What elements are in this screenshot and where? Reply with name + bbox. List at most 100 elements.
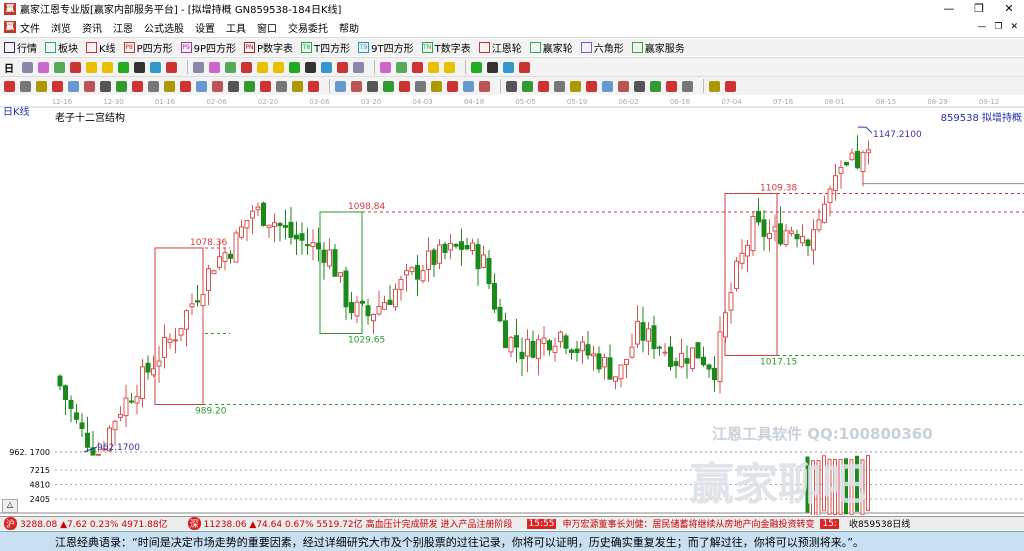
tool-19-icon[interactable] [308, 80, 319, 92]
tool-6-icon[interactable] [118, 61, 129, 73]
tool-3-icon[interactable] [52, 80, 63, 92]
toolbar-7[interactable]: T9 9T四方形 [358, 40, 414, 55]
tool-24-icon[interactable] [399, 80, 410, 92]
toolbar-9[interactable]: 江恩轮 [478, 40, 522, 55]
tool-24-icon[interactable] [428, 61, 439, 73]
tool-15-icon[interactable] [244, 80, 255, 92]
tool-25-icon[interactable] [444, 61, 455, 73]
toolbar-1[interactable]: 板块 [45, 40, 78, 55]
tool-27-icon[interactable] [447, 80, 458, 92]
tool-4-icon[interactable] [68, 80, 79, 92]
menu-file[interactable]: 文件 [20, 20, 40, 35]
tool-5-icon[interactable] [84, 80, 95, 92]
kline-chart[interactable]: 12-16 12-30 01-16 02-06 02-20 03-06 03-20 04-03… [0, 95, 1024, 517]
menu-trade[interactable]: 交易委托 [288, 20, 328, 35]
tool-2-icon[interactable] [54, 61, 65, 73]
tool-34-icon[interactable] [570, 80, 581, 92]
tool-2-icon[interactable] [36, 80, 47, 92]
toolbar-3[interactable]: P8 P四方形 [123, 40, 173, 55]
period-selector[interactable]: 日 [4, 60, 14, 75]
tool-1-icon[interactable] [20, 80, 31, 92]
child-close-button[interactable]: ✕ [1010, 22, 1018, 32]
tool-17-icon[interactable] [276, 80, 287, 92]
tool-6-icon[interactable] [100, 80, 111, 92]
child-minimize-button[interactable]: — [977, 22, 986, 32]
tool-13-icon[interactable] [241, 61, 252, 73]
tool-11-icon[interactable] [209, 61, 220, 73]
tool-0-icon[interactable] [22, 61, 33, 73]
tool-19-icon[interactable] [337, 61, 348, 73]
tool-29-icon[interactable] [519, 61, 530, 73]
tool-9-icon[interactable] [166, 61, 177, 73]
tool-35-icon[interactable] [586, 80, 597, 92]
tool-26-icon[interactable] [431, 80, 442, 92]
volume-toggle-button[interactable]: △ [2, 499, 18, 513]
tool-23-icon[interactable] [383, 80, 394, 92]
news-ticker-2[interactable]: 申万宏源董事长刘健：居民储蓄将继续从房地产向金融投资转变 [562, 517, 814, 530]
close-button[interactable]: ✕ [994, 2, 1024, 15]
child-restore-button[interactable]: ❐ [994, 22, 1002, 32]
tool-22-icon[interactable] [396, 61, 407, 73]
tool-22-icon[interactable] [367, 80, 378, 92]
menu-help[interactable]: 帮助 [339, 20, 359, 35]
tool-15-icon[interactable] [273, 61, 284, 73]
menu-gann[interactable]: 江恩 [113, 20, 133, 35]
tool-16-icon[interactable] [289, 61, 300, 73]
tool-11-icon[interactable] [180, 80, 191, 92]
tool-10-icon[interactable] [193, 61, 204, 73]
tool-38-icon[interactable] [634, 80, 645, 92]
tool-41-icon[interactable] [682, 80, 693, 92]
tool-10-icon[interactable] [164, 80, 175, 92]
menu-news[interactable]: 资讯 [82, 20, 102, 35]
tool-18-icon[interactable] [321, 61, 332, 73]
tool-7-icon[interactable] [116, 80, 127, 92]
tool-21-icon[interactable] [380, 61, 391, 73]
toolbar-5[interactable]: PN P数字表 [244, 40, 293, 55]
tool-30-icon[interactable] [506, 80, 517, 92]
menu-window[interactable]: 窗口 [257, 20, 277, 35]
tool-42-icon[interactable] [709, 80, 720, 92]
tool-20-icon[interactable] [335, 80, 346, 92]
tool-31-icon[interactable] [522, 80, 533, 92]
tool-33-icon[interactable] [554, 80, 565, 92]
tool-13-icon[interactable] [212, 80, 223, 92]
tool-18-icon[interactable] [292, 80, 303, 92]
tool-20-icon[interactable] [353, 61, 364, 73]
tool-27-icon[interactable] [487, 61, 498, 73]
menu-formula[interactable]: 公式选股 [144, 20, 184, 35]
minimize-button[interactable]: — [934, 2, 964, 15]
maximize-button[interactable]: ❐ [964, 2, 994, 15]
tool-26-icon[interactable] [471, 61, 482, 73]
tool-14-icon[interactable] [228, 80, 239, 92]
tool-7-icon[interactable] [134, 61, 145, 73]
tool-21-icon[interactable] [351, 80, 362, 92]
toolbar-6[interactable]: T8 T四方形 [301, 40, 350, 55]
tool-25-icon[interactable] [415, 80, 426, 92]
tool-17-icon[interactable] [305, 61, 316, 73]
tool-37-icon[interactable] [618, 80, 629, 92]
tool-36-icon[interactable] [602, 80, 613, 92]
tool-8-icon[interactable] [132, 80, 143, 92]
menu-settings[interactable]: 设置 [195, 20, 215, 35]
tool-28-icon[interactable] [503, 61, 514, 73]
tool-4-icon[interactable] [86, 61, 97, 73]
tool-1-icon[interactable] [38, 61, 49, 73]
toolbar-11[interactable]: 六角形 [580, 40, 624, 55]
tool-28-icon[interactable] [463, 80, 474, 92]
toolbar-0[interactable]: 行情 [4, 40, 37, 55]
toolbar-12[interactable]: 赢家服务 [631, 40, 685, 55]
tool-29-icon[interactable] [479, 80, 490, 92]
tool-8-icon[interactable] [150, 61, 161, 73]
tool-3-icon[interactable] [70, 61, 81, 73]
tool-14-icon[interactable] [257, 61, 268, 73]
tool-39-icon[interactable] [650, 80, 661, 92]
tool-5-icon[interactable] [102, 61, 113, 73]
toolbar-2[interactable]: K线 [86, 40, 116, 55]
tool-23-icon[interactable] [412, 61, 423, 73]
tool-16-icon[interactable] [260, 80, 271, 92]
tool-0-icon[interactable] [4, 80, 15, 92]
tool-9-icon[interactable] [148, 80, 159, 92]
tool-40-icon[interactable] [666, 80, 677, 92]
news-ticker-1[interactable]: 高血压计完成研发 进入产品注册阶段 [366, 517, 513, 530]
menu-browse[interactable]: 浏览 [51, 20, 71, 35]
